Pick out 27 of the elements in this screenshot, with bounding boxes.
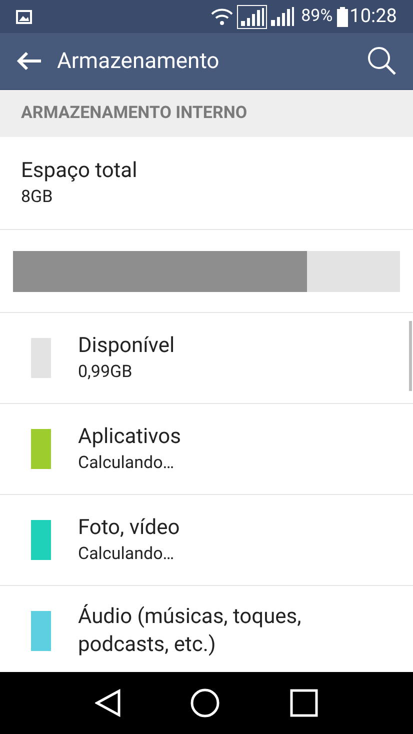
back-nav-button[interactable] <box>94 689 121 717</box>
back-icon <box>16 51 42 71</box>
category-name: Aplicativos <box>78 424 181 451</box>
battery-icon <box>336 6 348 26</box>
category-name: Foto, vídeo <box>78 515 180 542</box>
wifi-icon <box>211 8 234 26</box>
category-value: Calculando… <box>78 543 176 566</box>
search-icon <box>367 46 397 76</box>
circle-icon <box>190 688 220 718</box>
category-value: 0,99GB <box>78 361 134 384</box>
category-name: Áudio (músicas, toques, podcasts, etc.) <box>78 603 302 659</box>
signal-icon <box>237 4 268 28</box>
square-icon <box>290 689 318 717</box>
section-title: ARMAZENAMENTO INTERNO <box>21 102 248 125</box>
home-button[interactable] <box>190 688 220 718</box>
signal-icon <box>271 6 296 28</box>
battery-percent: 89% <box>301 4 333 28</box>
scrollbar <box>409 321 412 391</box>
image-icon <box>16 10 32 24</box>
total-label: Espaço total <box>21 158 138 185</box>
total-value: 8GB <box>21 186 54 209</box>
category-name: Disponível <box>78 333 175 360</box>
screen-title: Armazenamento <box>57 48 220 76</box>
recents-button[interactable] <box>290 689 318 717</box>
clock: 10:28 <box>350 3 397 30</box>
category-value: Calculando… <box>78 452 176 475</box>
triangle-icon <box>94 689 121 717</box>
